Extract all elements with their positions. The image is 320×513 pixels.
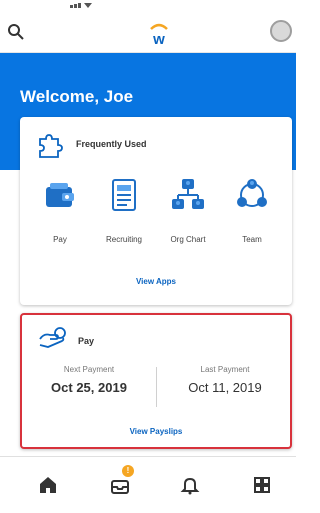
app-label: Team [242, 235, 262, 244]
welcome-text: Welcome, Joe [20, 87, 134, 106]
org-chart-icon [172, 179, 204, 209]
app-recruiting[interactable]: Recruiting [94, 177, 154, 244]
signal-icon [70, 3, 92, 8]
frequently-used-card: Frequently Used Pay Recruiting Org Chart… [20, 117, 292, 305]
pay-card[interactable]: Pay Next Payment Oct 25, 2019 Last Payme… [20, 313, 292, 449]
inbox-button[interactable]: ! [108, 465, 134, 497]
frequently-used-title: Frequently Used [76, 139, 147, 149]
last-payment-date: Oct 11, 2019 [188, 380, 262, 395]
workday-logo: w [150, 23, 168, 47]
document-icon [112, 179, 136, 211]
bottom-nav: ! [0, 456, 296, 513]
view-payslips-link[interactable]: View Payslips [22, 427, 290, 436]
pay-icon [39, 327, 66, 348]
inbox-badge: ! [122, 465, 134, 477]
next-payment-date: Oct 25, 2019 [51, 380, 127, 395]
app-team[interactable]: Team [222, 177, 282, 244]
app-org-chart[interactable]: Org Chart [158, 177, 218, 244]
view-apps-link[interactable]: View Apps [20, 277, 292, 286]
divider [156, 367, 157, 407]
top-bar: w [0, 14, 296, 53]
pay-title: Pay [78, 336, 95, 346]
home-icon[interactable] [36, 473, 60, 497]
next-payment-caption: Next Payment [63, 365, 115, 374]
last-payment-caption: Last Payment [200, 365, 250, 374]
wallet-icon [46, 183, 74, 207]
notification-bell-icon[interactable] [178, 473, 202, 497]
app-label: Org Chart [170, 235, 206, 244]
svg-text:w: w [152, 31, 165, 47]
next-payment: Next Payment Oct 25, 2019 [26, 365, 152, 395]
apps-grid-icon[interactable] [250, 473, 274, 497]
last-payment: Last Payment Oct 11, 2019 [162, 365, 288, 395]
puzzle-icon [39, 134, 63, 158]
status-bar [0, 0, 296, 14]
app-label: Recruiting [105, 235, 142, 244]
search-icon[interactable] [6, 22, 26, 42]
app-pay[interactable]: Pay [30, 177, 90, 244]
team-icon [237, 179, 267, 207]
avatar[interactable] [270, 20, 292, 42]
app-label: Pay [53, 235, 67, 244]
